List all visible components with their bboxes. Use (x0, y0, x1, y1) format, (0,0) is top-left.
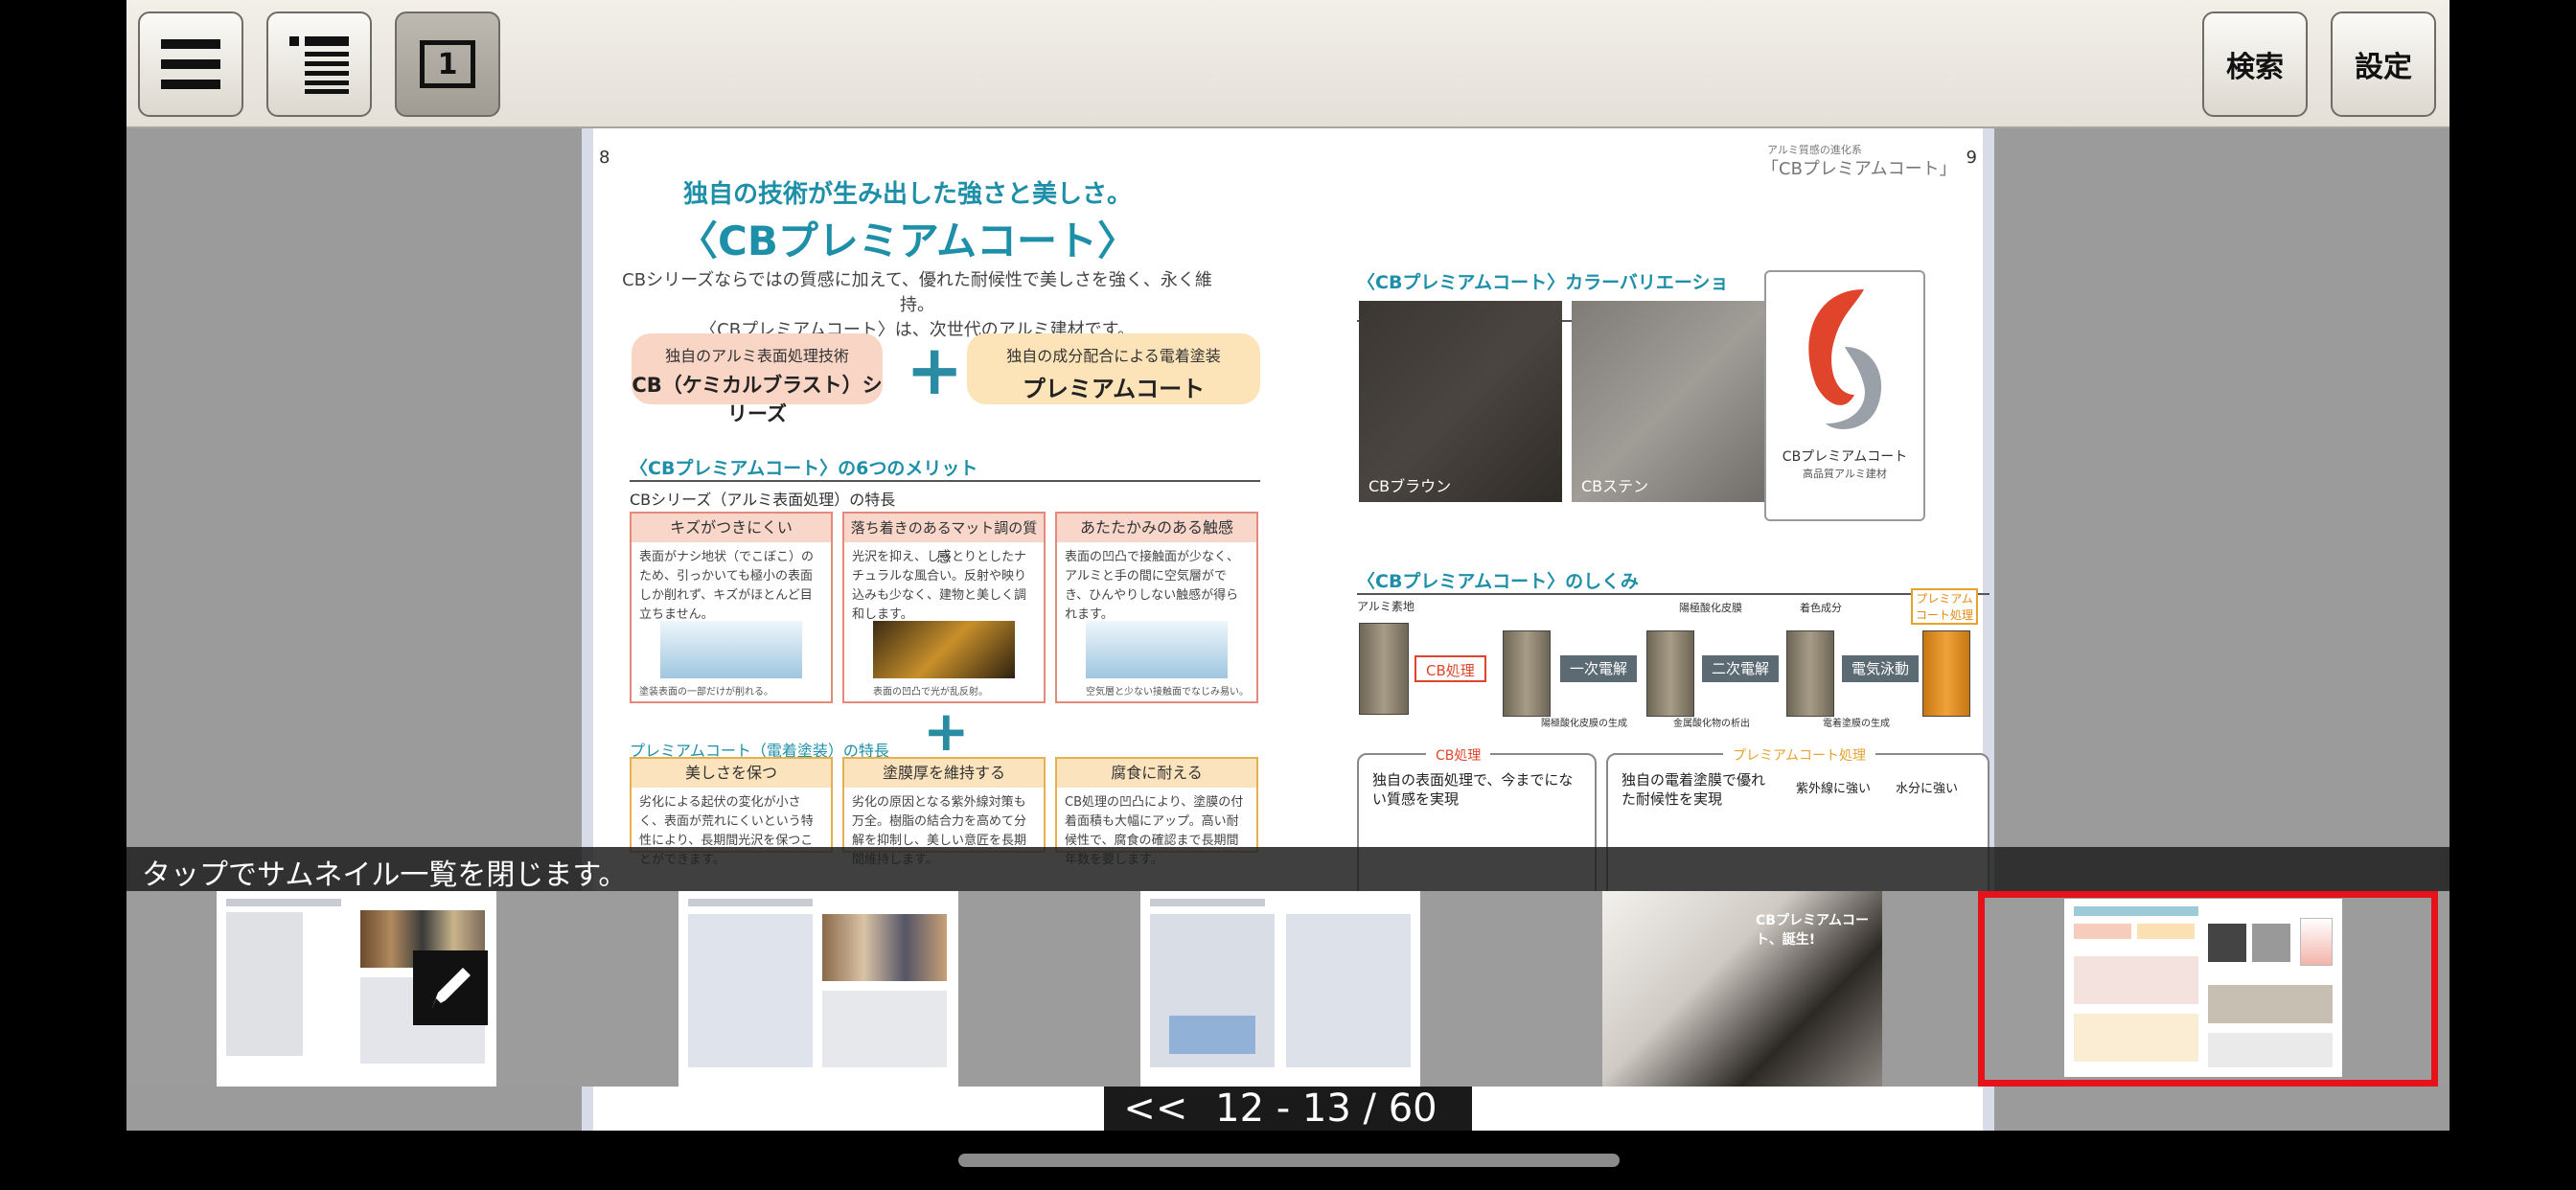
panel-heading: 独自の表面処理で、今までにない質感を実現 (1372, 771, 1574, 808)
thumbnail-item[interactable] (217, 891, 496, 1087)
panel-column-title: 紫外線に強い (1796, 782, 1872, 796)
plus-icon: + (923, 698, 970, 764)
diagram-step: 二次電解 (1702, 655, 1780, 682)
list-view-icon (289, 36, 349, 94)
card-body: 表面の凹凸で接触面が少なく、アルミと手の間に空気層ができ、ひんやりしない触感が得… (1065, 550, 1240, 622)
plus-icon: + (906, 330, 964, 410)
home-indicator[interactable] (958, 1154, 1620, 1167)
card-title: 塗膜厚を維持する (844, 759, 1044, 788)
left-page-number: 8 (599, 148, 610, 168)
merits-title: 〈CBプレミアムコート〉の6つのメリット (630, 454, 1260, 482)
single-page-label: 1 (437, 47, 458, 81)
flower-photo (873, 621, 1015, 678)
colored-block (1786, 630, 1834, 717)
diagram-label: 金属酸化物の析出 (1673, 719, 1750, 729)
scratch-illustration (660, 621, 802, 678)
search-button[interactable]: 検索 (2202, 11, 2308, 117)
right-header-title: 「CBプレミアムコート」 (1761, 159, 1957, 179)
feature-card: 美しさを保つ 劣化による起伏の変化が小さく、表面が荒れにくいという特性により、長… (630, 757, 833, 867)
swatch-label: CBブラウン (1368, 477, 1452, 495)
swatch-cb-sten: CBステン (1572, 301, 1775, 502)
card-title: あたたかみのある触感 (1057, 514, 1256, 542)
card-body: 表面がナシ地状（でこぼこ）のため、引っかいても極小の表面しか削れず、キズがほとん… (639, 550, 815, 622)
single-page-icon: 1 (420, 40, 475, 88)
list-view-button[interactable] (266, 11, 372, 117)
feature-card: 腐食に耐える CB処理の凹凸により、塗膜の付着面積も大幅にアップ。高い耐候性で、… (1055, 757, 1258, 867)
mechanism-title: 〈CBプレミアムコート〉のしくみ (1357, 567, 1990, 595)
premium-process-badge: プレミアムコート処理 (1911, 588, 1978, 625)
cb-logo-mark (1808, 289, 1882, 429)
cb-series-pill: 独自のアルミ表面処理技術 CB（ケミカルブラスト）シリーズ (632, 333, 883, 425)
card-body: 光沢を抑え、しっとりとしたナチュラルな風合い。反射や映り込みも少なく、建物と美し… (852, 550, 1027, 622)
pencil-icon[interactable] (413, 950, 488, 1025)
premium-coat-pill: 独自の成分配合による電着塗装 プレミアムコート (967, 333, 1260, 404)
diagram-label: 陽極酸化皮膜の生成 (1541, 719, 1627, 729)
thumbnail-hint-bar[interactable]: タップでサムネイル一覧を閉じます。 (126, 847, 2450, 892)
top-toolbar: 1 検索 設定 (126, 0, 2450, 128)
thumbnail-item[interactable]: CBプレミアムコート、誕生! (1602, 891, 1882, 1087)
thumbnail-strip: CBプレミアムコート、誕生! (126, 891, 2450, 1087)
swatch-cb-brown: CBブラウン (1359, 301, 1562, 502)
card-caption: 塗装表面の一部だけが削れる。 (639, 687, 773, 698)
hamburger-menu-icon (161, 39, 220, 89)
logo-subtext: 高品質アルミ建材 (1803, 468, 1887, 480)
pill-small: 独自の成分配合による電着塗装 (1006, 347, 1221, 365)
swatch-label: CBステン (1581, 477, 1649, 495)
feature-card: 塗膜厚を維持する 劣化の原因となる紫外線対策も万全。樹脂の結合力を高めて分解を抑… (842, 757, 1046, 867)
diagram-label: 陽極酸化皮膜 (1679, 602, 1742, 614)
diagram-label: 電着塗膜の生成 (1823, 719, 1890, 729)
settings-button[interactable]: 設定 (2331, 11, 2436, 117)
single-page-button[interactable]: 1 (395, 11, 500, 117)
thumbnail-item[interactable] (1140, 891, 1420, 1087)
panel-title: CB処理 (1426, 745, 1491, 765)
panel-column-title: 水分に強い (1896, 782, 1959, 796)
page-pager: << 12 - 13 / 60 >> (1104, 1087, 1472, 1131)
oxide-block (1646, 630, 1694, 717)
diagram-label: アルミ素地 (1357, 600, 1414, 613)
thumbnail-item-selected[interactable] (1978, 891, 2438, 1087)
diagram-label: 着色成分 (1800, 602, 1842, 614)
page-indicator: 12 - 13 / 60 (1215, 1087, 1438, 1131)
card-title: キズがつきにくい (632, 514, 831, 542)
pill-big: CB（ケミカルブラスト）シリーズ (632, 374, 883, 425)
cb-logo: CBプレミアムコート 高品質アルミ建材 (1764, 270, 1925, 521)
right-page-number: 9 (1966, 148, 1977, 168)
card-title: 腐食に耐える (1057, 759, 1256, 788)
logo-text: CBプレミアムコート (1782, 449, 1908, 465)
headline-small: 独自の技術が生み出した強さと美しさ。 (682, 180, 1132, 209)
aluminum-block (1359, 623, 1409, 715)
card-title: 落ち着きのあるマット調の質感 (844, 514, 1044, 565)
cb-block (1503, 630, 1551, 717)
panel-title: プレミアムコート処理 (1723, 745, 1876, 765)
pill-small: 独自のアルミ表面処理技術 (665, 347, 849, 365)
device-frame: 1 検索 設定 8 独自の技術が生み出した強さと美しさ。 〈CBプレミアムコート… (0, 0, 2576, 1190)
card-caption: 表面の凹凸で光が乱反射。 (873, 687, 988, 698)
cb-features-label: CBシリーズ（アルミ表面処理）の特長 (630, 491, 896, 509)
prev-page-button[interactable]: << (1123, 1087, 1187, 1131)
card-title: 美しさを保つ (632, 759, 831, 788)
catalog-viewer: 1 検索 設定 8 独自の技術が生み出した強さと美しさ。 〈CBプレミアムコート… (126, 0, 2450, 1131)
hint-text: タップでサムネイル一覧を閉じます。 (142, 858, 628, 892)
intro-line: CBシリーズならではの質感に加えて、優れた耐候性で美しさを強く、永く維持。 (622, 270, 1212, 315)
card-caption: 空気層と少ない接触面でなじみ易い。 (1086, 687, 1249, 698)
feature-card: キズがつきにくい 表面がナシ地状（でこぼこ）のため、引っかいても極小の表面しか削… (630, 512, 833, 703)
feature-card: あたたかみのある触感 表面の凹凸で接触面が少なく、アルミと手の間に空気層ができ、… (1055, 512, 1258, 703)
diagram-step: 一次電解 (1560, 655, 1638, 682)
premium-block (1922, 630, 1970, 717)
menu-button[interactable] (138, 11, 243, 117)
pill-big: プレミアムコート (1022, 376, 1206, 402)
headline-big: 〈CBプレミアムコート〉 (678, 217, 1138, 264)
panel-heading: 独自の電着塗膜で優れた耐候性を実現 (1622, 771, 1766, 808)
thumbnail-item[interactable] (678, 891, 958, 1087)
diagram-step: 電気泳動 (1842, 655, 1920, 682)
feature-card: 落ち着きのあるマット調の質感 光沢を抑え、しっとりとしたナチュラルな風合い。反射… (842, 512, 1046, 703)
diagram-step: CB処理 (1414, 655, 1486, 682)
touch-illustration (1086, 621, 1228, 678)
thumbnail-caption: CBプレミアムコート、誕生! (1756, 913, 1869, 948)
